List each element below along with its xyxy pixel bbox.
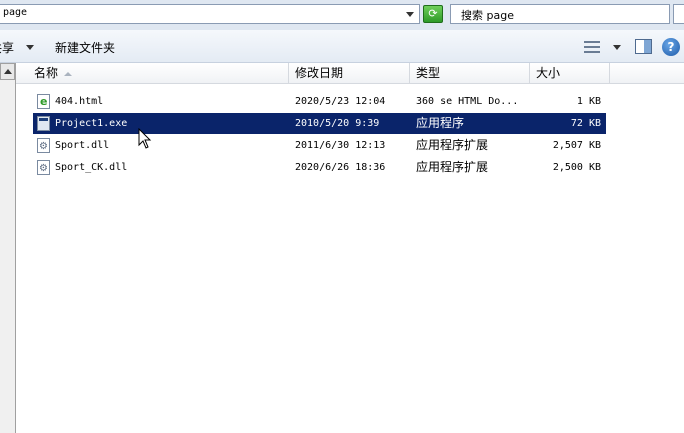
dll-file-icon <box>37 158 50 179</box>
file-type: 应用程序 <box>416 116 465 130</box>
file-name: Sport.dll <box>55 140 110 151</box>
column-header-name[interactable]: 名称 <box>28 63 289 84</box>
new-folder-button[interactable]: 新建文件夹 <box>55 39 115 56</box>
file-size: 2,507 KB <box>552 140 601 151</box>
file-size: 72 KB <box>570 118 601 129</box>
refresh-icon[interactable]: ⟳ <box>423 5 443 23</box>
file-type: 360 se HTML Do... <box>416 96 519 107</box>
address-path: page <box>3 7 28 18</box>
file-date: 2011/6/30 12:13 <box>295 140 386 151</box>
help-icon[interactable]: ? <box>662 38 680 56</box>
column-name-label: 名称 <box>34 66 59 80</box>
preview-pane-icon[interactable] <box>635 39 652 54</box>
mouse-cursor-icon <box>138 128 152 149</box>
scroll-up-icon[interactable] <box>0 63 15 80</box>
file-name: Project1.exe <box>55 118 128 129</box>
column-header-date[interactable]: 修改日期 <box>289 63 410 84</box>
search-button[interactable] <box>673 4 684 24</box>
file-row[interactable]: Sport_CK.dll 2020/6/26 18:36 应用程序扩展 2,50… <box>33 157 606 179</box>
navigation-pane[interactable] <box>0 63 16 433</box>
address-row: page ⟳ 搜索 page <box>0 0 684 30</box>
view-dropdown-icon[interactable] <box>613 45 621 50</box>
html-file-icon <box>37 91 50 112</box>
file-type: 应用程序扩展 <box>416 138 489 152</box>
column-header-row: 名称 修改日期 类型 大小 <box>16 63 684 84</box>
address-dropdown-icon[interactable] <box>403 6 417 22</box>
file-row[interactable]: Sport.dll 2011/6/30 12:13 应用程序扩展 2,507 K… <box>33 135 606 157</box>
file-date: 2020/5/23 12:04 <box>295 96 386 107</box>
address-bar[interactable]: page <box>0 4 420 24</box>
share-label: 共享 <box>0 41 15 55</box>
view-options-icon[interactable] <box>584 40 602 54</box>
file-name: Sport_CK.dll <box>55 162 128 173</box>
file-date: 2010/5/20 9:39 <box>295 118 380 129</box>
file-name: 404.html <box>55 96 104 107</box>
file-date: 2020/6/26 18:36 <box>295 162 386 173</box>
exe-file-icon <box>37 116 50 131</box>
search-placeholder: 搜索 page <box>461 9 514 22</box>
share-button[interactable]: 共享 <box>0 39 24 55</box>
file-size: 1 KB <box>576 96 601 107</box>
column-header-type[interactable]: 类型 <box>410 63 530 84</box>
column-header-size[interactable]: 大小 <box>530 63 610 84</box>
search-input[interactable]: 搜索 page <box>450 4 670 24</box>
dll-file-icon <box>37 136 50 157</box>
toolbar: 共享 新建文件夹 ? <box>0 30 684 63</box>
file-size: 2,500 KB <box>552 162 601 173</box>
share-dropdown-icon[interactable] <box>26 45 34 50</box>
file-row-selected[interactable]: Project1.exe 2010/5/20 9:39 应用程序 72 KB <box>33 113 606 134</box>
file-row[interactable]: 404.html 2020/5/23 12:04 360 se HTML Do.… <box>33 91 606 112</box>
sort-ascending-icon <box>64 71 73 76</box>
file-type: 应用程序扩展 <box>416 160 489 174</box>
